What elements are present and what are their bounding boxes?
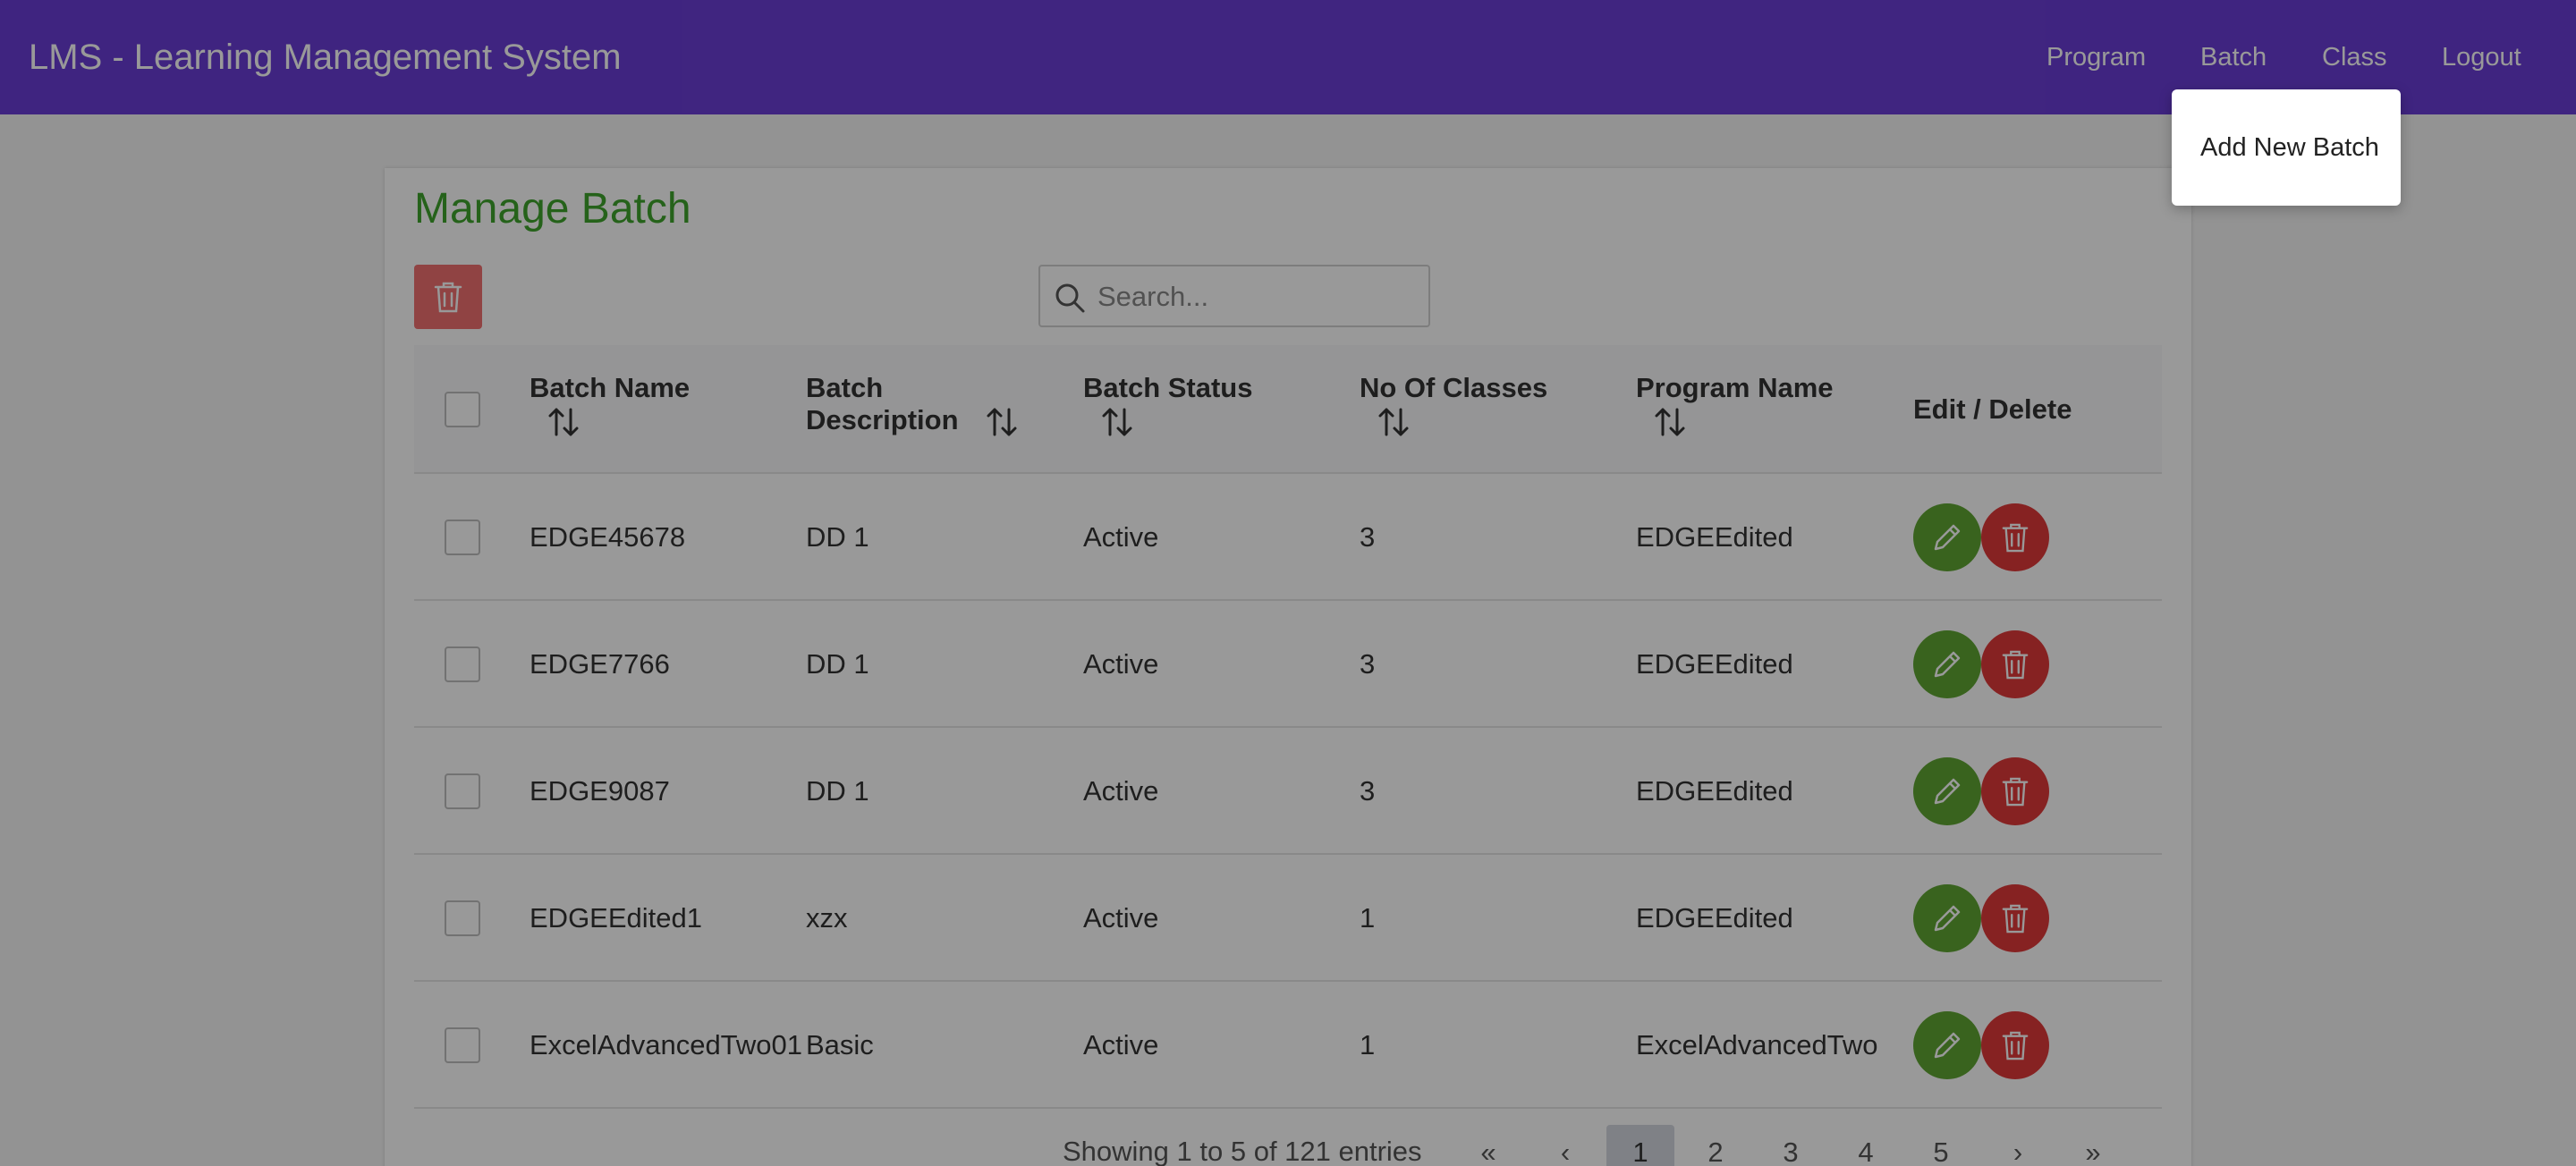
menu-item-add-new-batch[interactable]: Add New Batch (2200, 89, 2379, 206)
batch-dropdown-menu: Add New Batch (2172, 89, 2401, 206)
